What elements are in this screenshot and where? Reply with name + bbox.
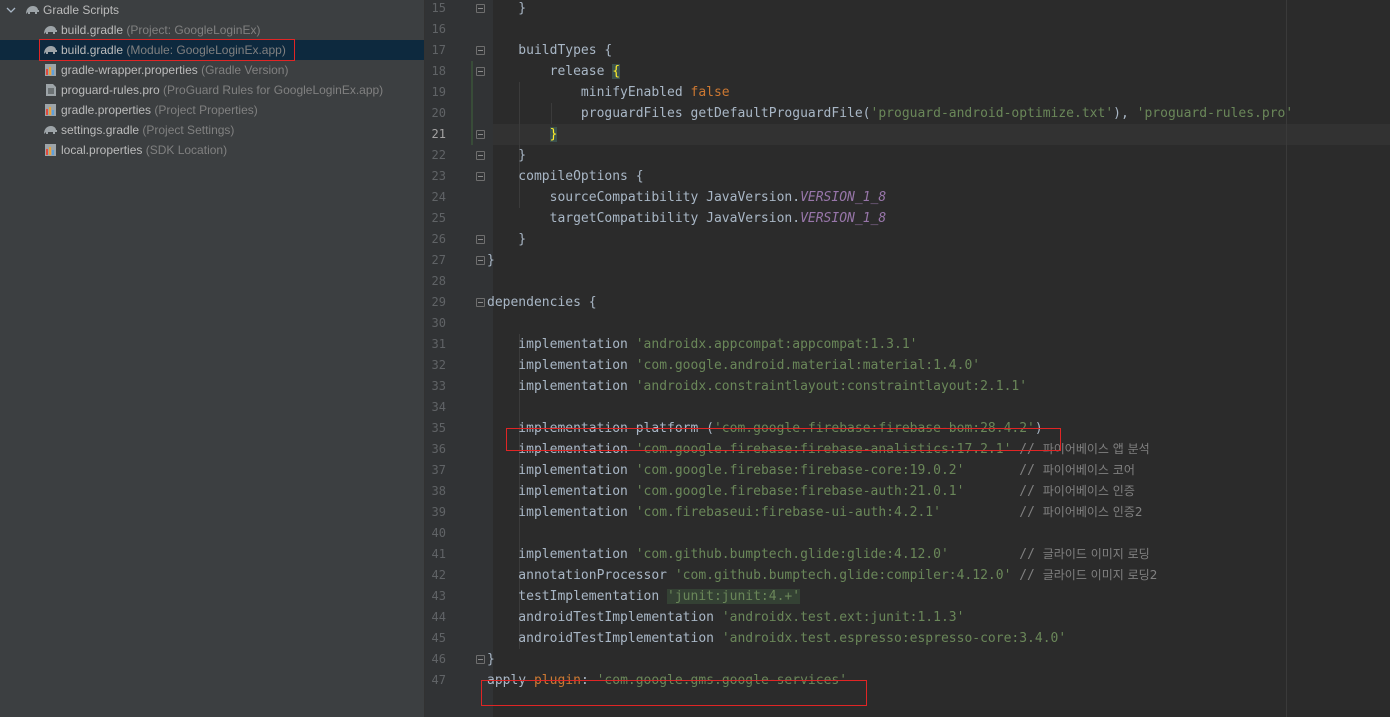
line-number[interactable]: 18 (0, 61, 446, 82)
fold-toggle-icon[interactable] (476, 130, 485, 139)
code-line[interactable]: annotationProcessor 'com.github.bumptech… (487, 565, 1157, 586)
code-line[interactable]: implementation 'com.github.bumptech.glid… (487, 544, 1149, 565)
vcs-change-marker[interactable] (471, 61, 473, 145)
code-line[interactable]: apply plugin: 'com.google.gms.google-ser… (487, 670, 847, 691)
line-number[interactable]: 47 (0, 670, 446, 691)
code-line[interactable]: } (487, 124, 558, 145)
line-number[interactable]: 30 (0, 313, 446, 334)
code-line[interactable]: implementation 'com.firebaseui:firebase-… (487, 502, 1142, 523)
line-number[interactable]: 45 (0, 628, 446, 649)
line-number[interactable]: 46 (0, 649, 446, 670)
line-number[interactable]: 32 (0, 355, 446, 376)
line-number[interactable]: 31 (0, 334, 446, 355)
line-number[interactable]: 19 (0, 82, 446, 103)
code-line[interactable]: } (487, 145, 526, 166)
fold-toggle-icon[interactable] (476, 172, 485, 181)
line-number[interactable]: 16 (0, 19, 446, 40)
code-line[interactable]: androidTestImplementation 'androidx.test… (487, 607, 964, 628)
code-line[interactable]: implementation 'androidx.appcompat:appco… (487, 334, 917, 355)
code-line[interactable]: } (487, 0, 526, 19)
code-line[interactable]: } (487, 229, 526, 250)
line-number[interactable]: 36 (0, 439, 446, 460)
line-number[interactable]: 34 (0, 397, 446, 418)
line-number[interactable]: 24 (0, 187, 446, 208)
code-line[interactable]: minifyEnabled false (487, 82, 730, 103)
code-line[interactable]: testImplementation 'junit:junit:4.+' (487, 586, 801, 607)
line-number[interactable]: 42 (0, 565, 446, 586)
code-line[interactable]: } (487, 250, 495, 271)
fold-toggle-icon[interactable] (476, 235, 485, 244)
line-number[interactable]: 25 (0, 208, 446, 229)
line-number[interactable]: 43 (0, 586, 446, 607)
code-line[interactable]: proguardFiles getDefaultProguardFile('pr… (487, 103, 1293, 124)
line-number[interactable]: 21 (0, 124, 446, 145)
line-number[interactable]: 40 (0, 523, 446, 544)
code-line[interactable]: buildTypes { (487, 40, 612, 61)
code-line[interactable]: release { (487, 61, 621, 82)
line-number[interactable]: 28 (0, 271, 446, 292)
code-line[interactable]: dependencies { (487, 292, 597, 313)
line-number[interactable]: 33 (0, 376, 446, 397)
code-line[interactable]: androidTestImplementation 'androidx.test… (487, 628, 1066, 649)
line-number[interactable]: 38 (0, 481, 446, 502)
code-line[interactable]: implementation platform ('com.google.fir… (487, 418, 1042, 439)
line-number[interactable]: 27 (0, 250, 446, 271)
fold-toggle-icon[interactable] (476, 655, 485, 664)
line-number[interactable]: 15 (0, 0, 446, 19)
line-number[interactable]: 22 (0, 145, 446, 166)
fold-toggle-icon[interactable] (476, 46, 485, 55)
line-number[interactable]: 23 (0, 166, 446, 187)
line-number[interactable]: 20 (0, 103, 446, 124)
line-number[interactable]: 41 (0, 544, 446, 565)
code-line[interactable]: } (487, 649, 495, 670)
line-number[interactable]: 35 (0, 418, 446, 439)
code-line[interactable]: sourceCompatibility JavaVersion.VERSION_… (487, 187, 887, 208)
fold-toggle-icon[interactable] (476, 298, 485, 307)
fold-toggle-icon[interactable] (476, 151, 485, 160)
code-line[interactable]: implementation 'com.google.firebase:fire… (487, 460, 1135, 481)
fold-toggle-icon[interactable] (476, 4, 485, 13)
fold-toggle-icon[interactable] (476, 256, 485, 265)
line-number[interactable]: 44 (0, 607, 446, 628)
line-number[interactable]: 29 (0, 292, 446, 313)
line-number[interactable]: 37 (0, 460, 446, 481)
code-line[interactable]: implementation 'com.google.firebase:fire… (487, 439, 1149, 460)
line-number[interactable]: 17 (0, 40, 446, 61)
line-number[interactable]: 39 (0, 502, 446, 523)
code-line[interactable]: implementation 'com.google.android.mater… (487, 355, 980, 376)
code-line[interactable]: compileOptions { (487, 166, 643, 187)
fold-toggle-icon[interactable] (476, 67, 485, 76)
current-line-highlight (493, 124, 1390, 145)
code-line[interactable]: implementation 'androidx.constraintlayou… (487, 376, 1027, 397)
code-line[interactable]: implementation 'com.google.firebase:fire… (487, 481, 1135, 502)
code-line[interactable]: targetCompatibility JavaVersion.VERSION_… (487, 208, 887, 229)
line-number[interactable]: 26 (0, 229, 446, 250)
